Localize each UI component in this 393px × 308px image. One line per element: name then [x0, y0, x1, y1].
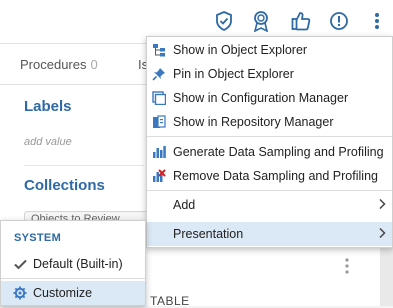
- pin-icon: [151, 66, 167, 82]
- collections-heading: Collections: [24, 177, 105, 194]
- menu-item-generate-data-sampling[interactable]: Generate Data Sampling and Profiling: [147, 140, 392, 164]
- shield-icon[interactable]: [213, 10, 235, 32]
- thumbs-up-icon[interactable]: [290, 10, 312, 32]
- menu-item-pin-object-explorer[interactable]: Pin in Object Explorer: [147, 62, 392, 86]
- menu-item-label: Add: [173, 198, 196, 212]
- tab-procedures[interactable]: Procedures 0: [20, 57, 98, 72]
- submenu-item-label: Default (Built-in): [33, 257, 123, 271]
- menu-item-remove-data-sampling[interactable]: Remove Data Sampling and Profiling: [147, 164, 392, 188]
- tab-procedures-count: 0: [90, 57, 98, 72]
- context-menu: Show in Object Explorer Pin in Object Ex…: [146, 36, 393, 248]
- more-vertical-icon[interactable]: [344, 258, 352, 276]
- bar-chart-icon: [151, 144, 167, 160]
- configuration-manager-icon: [151, 90, 167, 106]
- award-icon[interactable]: [250, 10, 272, 32]
- remove-chart-icon: [151, 168, 167, 184]
- menu-item-label: Show in Configuration Manager: [173, 91, 349, 105]
- menu-separator: [1, 278, 145, 279]
- menu-item-label: Show in Object Explorer: [173, 43, 308, 57]
- submenu-header: SYSTEM: [14, 232, 62, 244]
- menu-item-label: Show in Repository Manager: [173, 115, 334, 129]
- menu-item-show-object-explorer[interactable]: Show in Object Explorer: [147, 38, 392, 62]
- checkmark-icon: [13, 257, 27, 271]
- add-label-value[interactable]: add value: [24, 136, 72, 148]
- menu-item-add[interactable]: Add: [147, 193, 392, 217]
- submenu-item-default[interactable]: Default (Built-in): [1, 252, 145, 276]
- menu-item-show-configuration-manager[interactable]: Show in Configuration Manager: [147, 86, 392, 110]
- menu-item-show-repository-manager[interactable]: Show in Repository Manager: [147, 110, 392, 134]
- section-divider: [24, 165, 144, 166]
- more-vertical-icon[interactable]: [366, 10, 388, 32]
- menu-separator: [147, 136, 392, 137]
- alert-icon[interactable]: [328, 10, 350, 32]
- menu-item-label: Generate Data Sampling and Profiling: [173, 145, 384, 159]
- submenu-item-label: Customize: [33, 286, 93, 300]
- menu-item-presentation[interactable]: Presentation: [147, 222, 392, 246]
- gear-icon: [13, 286, 27, 300]
- menu-separator: [147, 190, 392, 191]
- menu-item-label: Remove Data Sampling and Profiling: [173, 169, 378, 183]
- object-explorer-icon: [151, 42, 167, 58]
- labels-heading: Labels: [24, 98, 72, 115]
- menu-item-label: Pin in Object Explorer: [173, 67, 294, 81]
- presentation-submenu: SYSTEM Default (Built-in) Customize: [0, 220, 146, 306]
- tab-procedures-label: Procedures: [20, 57, 87, 72]
- submenu-item-customize[interactable]: Customize: [1, 281, 145, 305]
- repository-manager-icon: [151, 114, 167, 130]
- chevron-right-icon: [378, 198, 386, 213]
- chevron-right-icon: [378, 227, 386, 242]
- menu-item-label: Presentation: [173, 227, 244, 241]
